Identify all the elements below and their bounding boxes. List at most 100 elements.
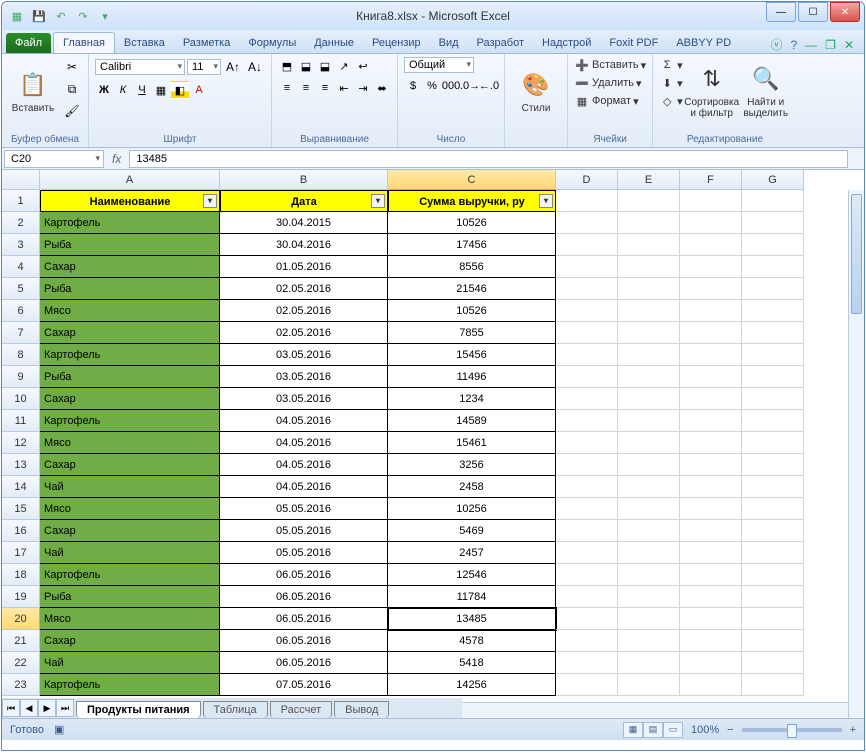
data-cell[interactable]: 30.04.2015 — [220, 212, 388, 234]
empty-cell[interactable] — [618, 586, 680, 608]
empty-cell[interactable] — [618, 366, 680, 388]
empty-cell[interactable] — [680, 256, 742, 278]
empty-cell[interactable] — [742, 564, 804, 586]
data-cell[interactable]: 2458 — [388, 476, 556, 498]
data-cell[interactable]: 03.05.2016 — [220, 388, 388, 410]
col-header-C[interactable]: C — [388, 170, 556, 190]
empty-cell[interactable] — [680, 212, 742, 234]
empty-cell[interactable] — [618, 520, 680, 542]
clear-button[interactable]: ◇▾ — [659, 93, 683, 109]
empty-cell[interactable] — [556, 652, 618, 674]
save-icon[interactable]: 💾 — [30, 7, 48, 25]
empty-cell[interactable] — [680, 234, 742, 256]
align-right-icon[interactable]: ≡ — [316, 79, 334, 97]
data-cell[interactable]: Картофель — [40, 674, 220, 696]
empty-cell[interactable] — [742, 630, 804, 652]
empty-cell[interactable] — [556, 366, 618, 388]
empty-cell[interactable] — [556, 542, 618, 564]
empty-cell[interactable] — [556, 388, 618, 410]
empty-cell[interactable] — [680, 366, 742, 388]
data-cell[interactable]: Мясо — [40, 432, 220, 454]
empty-cell[interactable] — [680, 410, 742, 432]
sort-filter-button[interactable]: ⇅ Сортировка и фильтр — [687, 57, 737, 125]
data-cell[interactable]: 06.05.2016 — [220, 564, 388, 586]
data-cell[interactable]: 06.05.2016 — [220, 652, 388, 674]
empty-cell[interactable] — [680, 432, 742, 454]
zoom-level[interactable]: 100% — [691, 724, 719, 736]
empty-cell[interactable] — [680, 190, 742, 212]
filter-dropdown-icon[interactable]: ▾ — [539, 194, 553, 208]
empty-cell[interactable] — [680, 608, 742, 630]
row-header-10[interactable]: 10 — [2, 388, 40, 410]
empty-cell[interactable] — [742, 586, 804, 608]
sheet-tab[interactable]: Рассчет — [270, 701, 333, 718]
percent-icon[interactable]: % — [423, 77, 441, 95]
data-cell[interactable]: Мясо — [40, 608, 220, 630]
align-bottom-icon[interactable]: ⬓ — [316, 57, 334, 75]
data-cell[interactable]: 2457 — [388, 542, 556, 564]
empty-cell[interactable] — [618, 630, 680, 652]
italic-button[interactable]: К — [114, 81, 132, 99]
data-cell[interactable]: Сахар — [40, 388, 220, 410]
data-cell[interactable]: Сахар — [40, 520, 220, 542]
empty-cell[interactable] — [618, 256, 680, 278]
macro-record-icon[interactable]: ▣ — [54, 723, 64, 736]
data-cell[interactable]: 11784 — [388, 586, 556, 608]
empty-cell[interactable] — [556, 520, 618, 542]
col-header-G[interactable]: G — [742, 170, 804, 190]
empty-cell[interactable] — [618, 652, 680, 674]
data-cell[interactable]: 05.05.2016 — [220, 520, 388, 542]
data-cell[interactable]: 4578 — [388, 630, 556, 652]
data-cell[interactable]: Рыба — [40, 278, 220, 300]
empty-cell[interactable] — [742, 410, 804, 432]
empty-cell[interactable] — [556, 498, 618, 520]
qat-more-icon[interactable]: ▾ — [96, 7, 114, 25]
undo-icon[interactable]: ↶ — [52, 7, 70, 25]
sheet-nav-last-icon[interactable]: ⏭ — [56, 699, 74, 717]
empty-cell[interactable] — [618, 278, 680, 300]
filter-dropdown-icon[interactable]: ▾ — [371, 194, 385, 208]
empty-cell[interactable] — [742, 300, 804, 322]
empty-cell[interactable] — [556, 256, 618, 278]
empty-cell[interactable] — [618, 498, 680, 520]
data-cell[interactable]: 01.05.2016 — [220, 256, 388, 278]
filter-dropdown-icon[interactable]: ▾ — [203, 194, 217, 208]
sheet-nav-first-icon[interactable]: ⏮ — [2, 699, 20, 717]
header-cell[interactable]: Сумма выручки, ру▾ — [388, 190, 556, 212]
scrollbar-thumb[interactable] — [851, 194, 862, 314]
data-cell[interactable]: 11496 — [388, 366, 556, 388]
empty-cell[interactable] — [742, 520, 804, 542]
fill-button[interactable]: ⬇▾ — [659, 75, 683, 91]
empty-cell[interactable] — [618, 476, 680, 498]
tab-abbyy pd[interactable]: ABBYY PD — [667, 33, 740, 53]
empty-cell[interactable] — [680, 520, 742, 542]
empty-cell[interactable] — [742, 388, 804, 410]
empty-cell[interactable] — [618, 608, 680, 630]
empty-cell[interactable] — [742, 498, 804, 520]
align-center-icon[interactable]: ≡ — [297, 79, 315, 97]
data-cell[interactable]: Мясо — [40, 498, 220, 520]
font-color-button[interactable]: A — [190, 81, 208, 99]
data-cell[interactable]: 8556 — [388, 256, 556, 278]
empty-cell[interactable] — [618, 234, 680, 256]
empty-cell[interactable] — [556, 432, 618, 454]
zoom-in-icon[interactable]: + — [850, 724, 856, 736]
empty-cell[interactable] — [618, 300, 680, 322]
empty-cell[interactable] — [742, 212, 804, 234]
empty-cell[interactable] — [618, 344, 680, 366]
empty-cell[interactable] — [680, 300, 742, 322]
empty-cell[interactable] — [742, 344, 804, 366]
data-cell[interactable]: 02.05.2016 — [220, 300, 388, 322]
sheet-nav-next-icon[interactable]: ▶ — [38, 699, 56, 717]
underline-button[interactable]: Ч — [133, 81, 151, 99]
empty-cell[interactable] — [618, 454, 680, 476]
help-icon[interactable]: ? — [790, 38, 797, 52]
close-doc-icon[interactable]: ✕ — [844, 38, 854, 52]
col-header-A[interactable]: A — [40, 170, 220, 190]
zoom-out-icon[interactable]: − — [727, 724, 733, 736]
data-cell[interactable]: Чай — [40, 476, 220, 498]
row-header-22[interactable]: 22 — [2, 652, 40, 674]
decrease-indent-icon[interactable]: ⇤ — [335, 79, 353, 97]
normal-view-icon[interactable]: ▦ — [623, 722, 643, 738]
row-header-21[interactable]: 21 — [2, 630, 40, 652]
